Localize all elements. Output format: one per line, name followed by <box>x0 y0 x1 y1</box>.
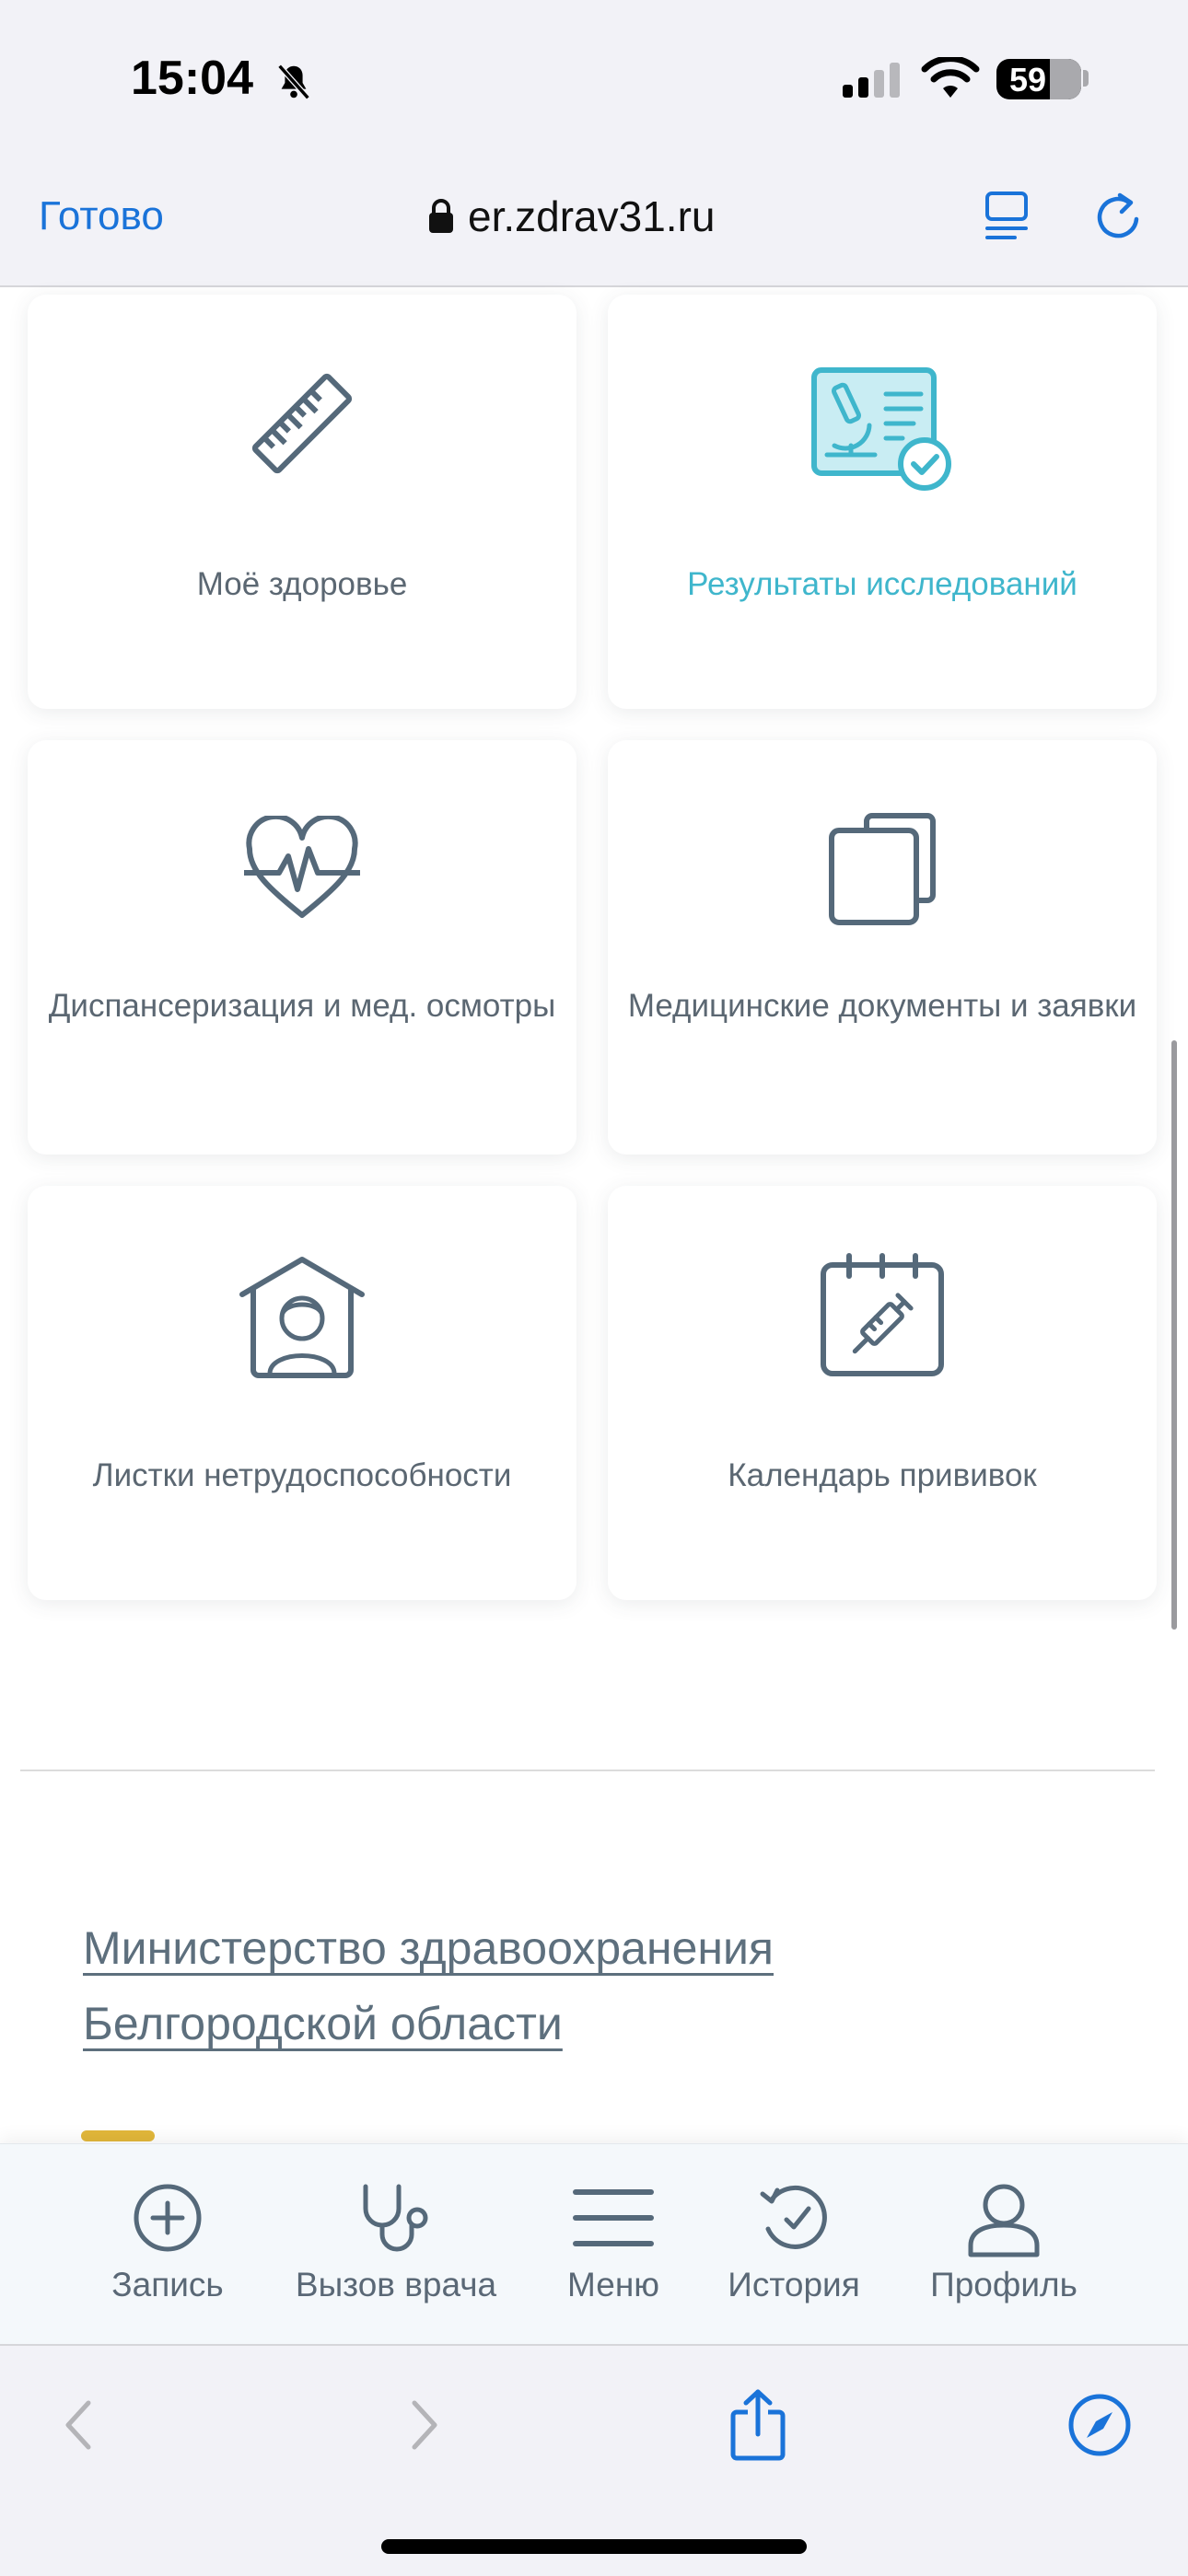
reader-view-icon[interactable] <box>984 190 1031 243</box>
nav-label: Запись <box>111 2266 224 2303</box>
status-bar: 15:04 59 <box>0 0 1188 157</box>
tile-medical-documents[interactable]: Медицинские документы и заявки <box>608 740 1157 1155</box>
tile-label: Диспансеризация и мед. осмотры <box>48 988 556 1024</box>
footer-divider <box>20 1770 1155 1771</box>
calendar-syringe-icon <box>821 1253 944 1376</box>
compass-icon[interactable] <box>1066 2392 1133 2458</box>
nav-history[interactable]: История <box>715 2144 873 2345</box>
back-chevron-icon[interactable] <box>61 2397 98 2453</box>
nav-label: Профиль <box>930 2266 1077 2303</box>
profile-icon <box>968 2184 1040 2257</box>
nav-label: История <box>728 2266 860 2303</box>
done-button[interactable]: Готово <box>39 193 164 239</box>
history-icon <box>760 2185 827 2249</box>
house-person-icon <box>239 1257 365 1378</box>
tile-label: Медицинские документы и заявки <box>627 988 1137 1024</box>
nav-menu[interactable]: Меню <box>553 2144 674 2345</box>
bell-muted-icon <box>277 64 310 100</box>
home-indicator <box>381 2539 807 2554</box>
tile-research-results[interactable]: Результаты исследований <box>608 295 1157 709</box>
tile-label: Результаты исследований <box>687 566 1077 602</box>
battery-icon: 59 <box>996 59 1081 99</box>
tile-label: Календарь прививок <box>728 1457 1037 1493</box>
url-text: er.zdrav31.ru <box>468 192 716 240</box>
menu-icon <box>573 2189 654 2246</box>
tile-sick-leave[interactable]: Листки нетрудоспособности <box>28 1186 577 1600</box>
tile-label: Листки нетрудоспособности <box>92 1457 512 1493</box>
heart-pulse-icon <box>244 816 360 918</box>
cellular-signal-icon <box>843 63 900 98</box>
partially-hidden-text <box>81 2130 155 2141</box>
nav-label: Вызов врача <box>295 2266 497 2303</box>
bottom-navigation: Запись Вызов врача Меню История Профиль <box>0 2143 1188 2345</box>
nav-label: Меню <box>567 2266 659 2303</box>
nav-doctor-call[interactable]: Вызов врача <box>282 2144 510 2345</box>
share-icon[interactable] <box>728 2388 788 2462</box>
forward-chevron-icon[interactable] <box>405 2397 442 2453</box>
tile-vaccination-calendar[interactable]: Календарь прививок <box>608 1186 1157 1600</box>
browser-header: Готово er.zdrav31.ru <box>0 157 1188 287</box>
plus-circle-icon <box>134 2184 202 2252</box>
tile-dispensary[interactable]: Диспансеризация и мед. осмотры <box>28 740 577 1155</box>
ministry-link-line2: Белгородской области <box>83 1998 563 2049</box>
documents-icon <box>829 813 936 925</box>
status-time: 15:04 <box>131 52 253 105</box>
ministry-link-line1: Министерство здравоохранения <box>83 1922 774 1974</box>
microscope-report-icon <box>811 367 951 491</box>
stethoscope-icon <box>363 2184 428 2252</box>
reload-icon[interactable] <box>1092 190 1144 243</box>
ministry-link[interactable]: Министерство здравоохранения Белгородско… <box>83 1910 774 2061</box>
address-bar[interactable]: er.zdrav31.ru <box>427 191 715 241</box>
tile-label: Моё здоровье <box>196 566 408 602</box>
wifi-icon <box>921 57 980 98</box>
lock-icon <box>429 199 453 233</box>
page-scrollbar[interactable] <box>1171 1040 1177 1630</box>
tile-my-health[interactable]: Моё здоровье <box>28 295 577 709</box>
battery-level: 59 <box>1009 61 1047 99</box>
nav-appointment[interactable]: Запись <box>92 2144 243 2345</box>
ruler-icon <box>251 373 353 474</box>
nav-profile[interactable]: Профиль <box>917 2144 1090 2345</box>
